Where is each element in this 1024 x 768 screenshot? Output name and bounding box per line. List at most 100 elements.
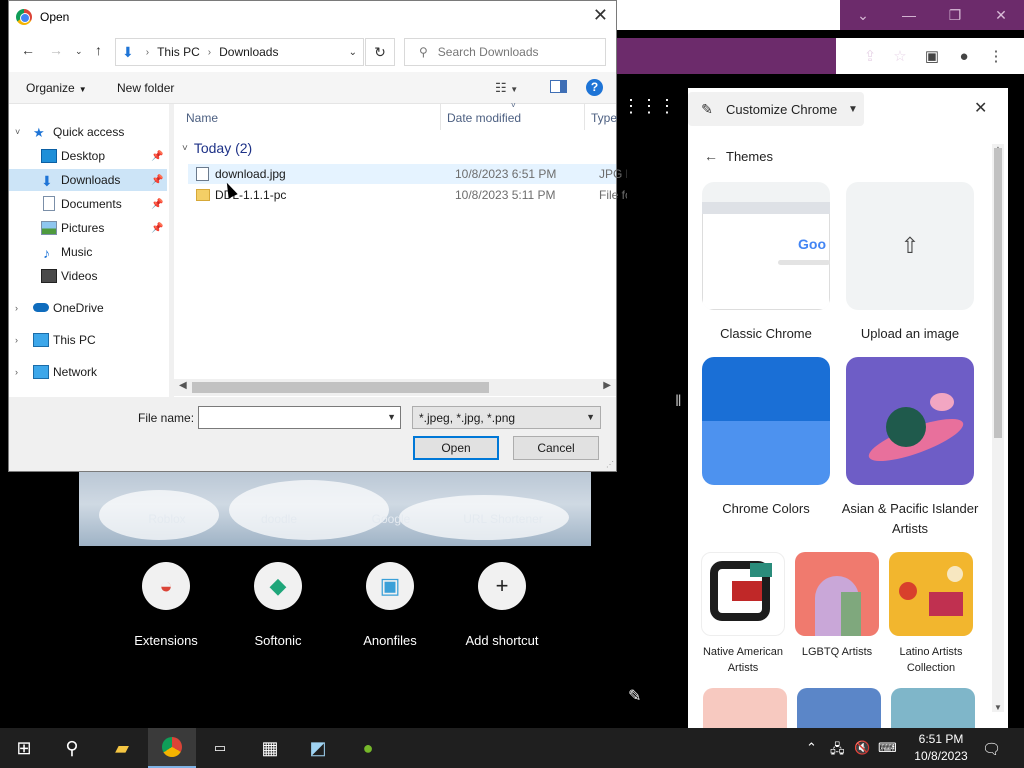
open-button[interactable]: Open — [413, 436, 499, 460]
nav-network[interactable]: › Network — [9, 361, 167, 383]
restore-icon[interactable]: ❐ — [932, 0, 978, 30]
google-apps-icon[interactable]: ⋮⋮⋮ — [622, 96, 676, 117]
file-type-select[interactable]: *.jpeg, *.jpg, *.png ▼ — [412, 406, 601, 429]
view-options-icon[interactable]: ☷ ▼ — [495, 80, 518, 96]
theme-upload-image[interactable]: ⇧ Upload an image — [846, 182, 974, 344]
side-panel-resize-handle[interactable]: ‖ — [675, 393, 682, 411]
expand-chevron-icon[interactable]: › — [15, 335, 18, 345]
file-explorer-button[interactable]: ▰ — [98, 728, 146, 768]
utorrent-button[interactable]: ● — [344, 728, 392, 768]
shortcut-softonic[interactable]: ◆ Softonic — [223, 560, 333, 648]
close-icon[interactable]: ✕ — [593, 5, 608, 26]
expand-chevron-icon[interactable]: › — [15, 367, 18, 377]
theme-partial-tile[interactable] — [891, 688, 975, 728]
volume-muted-icon[interactable]: 🔇 — [854, 740, 870, 756]
expand-chevron-icon[interactable]: ˅ — [15, 127, 20, 137]
network-icon[interactable]: 🖧 — [830, 740, 845, 762]
scroll-right-icon[interactable]: ▶ — [603, 380, 611, 391]
recent-locations-icon[interactable]: ⌄ — [75, 46, 83, 57]
organize-button[interactable]: Organize ▼ — [26, 81, 87, 95]
scroll-thumb[interactable] — [192, 382, 489, 393]
horizontal-scrollbar[interactable]: ◀ ▶ — [174, 379, 616, 396]
theme-partial-tile[interactable] — [703, 688, 787, 728]
theme-partial-tile[interactable] — [797, 688, 881, 728]
chrome-menu-icon[interactable]: ⋮ — [982, 42, 1010, 70]
profile-avatar-icon[interactable]: ● — [950, 42, 978, 70]
expand-chevron-icon[interactable]: › — [15, 303, 18, 313]
back-arrow-icon[interactable]: ← — [21, 42, 35, 58]
search-input[interactable]: ⚲ Search Downloads — [404, 38, 606, 66]
shortcut-google-faded[interactable]: Google — [346, 512, 436, 526]
scroll-thumb[interactable] — [994, 148, 1002, 438]
shortcut-extensions[interactable]: ◒ Extensions — [111, 560, 221, 648]
breadcrumb-separator-icon[interactable]: › — [146, 47, 149, 58]
panel-close-icon[interactable]: ✕ — [974, 98, 987, 118]
shortcut-url-shortener-faded[interactable]: URL Shortener — [458, 512, 548, 526]
file-name-input[interactable]: ▼ — [198, 406, 401, 429]
pin-icon[interactable]: 📌 — [151, 175, 163, 186]
close-window-icon[interactable]: ✕ — [978, 0, 1024, 30]
customize-pencil-icon[interactable]: ✎ — [628, 686, 641, 706]
column-type[interactable]: Type — [591, 111, 617, 125]
start-button[interactable]: ⊞ — [0, 728, 48, 768]
scroll-left-icon[interactable]: ◀ — [179, 380, 187, 391]
theme-native-american[interactable]: Native American Artists — [698, 552, 788, 676]
help-icon[interactable]: ? — [586, 79, 603, 96]
theme-chrome-colors[interactable]: Chrome Colors — [702, 357, 830, 519]
terminal-button[interactable]: ▭ — [196, 728, 244, 768]
nav-downloads[interactable]: ⬇ Downloads 📌 — [9, 169, 167, 191]
chevron-down-icon[interactable]: ▼ — [387, 412, 396, 422]
tab-search-icon[interactable]: ⌄ — [840, 0, 886, 30]
side-panel-icon[interactable]: ▣ — [918, 42, 946, 70]
breadcrumb-separator-icon[interactable]: › — [208, 47, 211, 58]
notifications-icon[interactable]: 🗨 — [982, 740, 1001, 758]
panel-scrollbar[interactable]: ▲ ▼ — [992, 144, 1004, 712]
nav-quick-access[interactable]: ˅ ★ Quick access — [9, 121, 167, 143]
pin-icon[interactable]: 📌 — [151, 151, 163, 162]
share-icon[interactable]: ⇪ — [856, 42, 884, 70]
theme-classic-chrome[interactable]: Goo Classic Chrome — [702, 182, 830, 344]
chevron-down-icon[interactable]: ⌄ — [349, 47, 357, 58]
collapse-chevron-icon[interactable]: ˅ — [182, 143, 188, 154]
up-arrow-icon[interactable]: ↑ — [95, 42, 102, 58]
shortcut-roblox-faded[interactable]: Roblox — [122, 512, 212, 526]
pin-icon[interactable]: 📌 — [151, 223, 163, 234]
breadcrumb-this-pc[interactable]: This PC — [157, 45, 200, 59]
show-hidden-icons-chevron-icon[interactable]: ⌃ — [806, 740, 817, 756]
panel-header-dropdown[interactable]: ✎ Customize Chrome ▼ — [688, 92, 864, 126]
file-row-ddl-folder[interactable]: DDL-1.1.1-pc 10/8/2023 5:11 PM File fo — [188, 185, 627, 205]
nav-this-pc[interactable]: › This PC — [9, 329, 167, 351]
add-shortcut[interactable]: + Add shortcut — [447, 560, 557, 648]
notepad-button[interactable]: ◩ — [294, 728, 342, 768]
nav-videos[interactable]: Videos — [9, 265, 167, 287]
resize-grip-icon[interactable]: ⋰ — [606, 460, 614, 469]
nav-pictures[interactable]: Pictures 📌 — [9, 217, 167, 239]
group-header-today[interactable]: ˅ Today (2) — [182, 140, 252, 156]
breadcrumb-downloads[interactable]: Downloads — [219, 45, 278, 59]
search-button[interactable]: ⚲ — [48, 728, 96, 768]
shortcut-doodle-faded[interactable]: doodle — [234, 512, 324, 526]
bookmark-star-icon[interactable]: ☆ — [886, 42, 914, 70]
themes-back-link[interactable]: ← Themes — [704, 148, 773, 164]
column-name[interactable]: Name — [186, 111, 218, 125]
calculator-button[interactable]: ▦ — [246, 728, 294, 768]
theme-lgbtq[interactable]: LGBTQ Artists — [792, 552, 882, 660]
nav-onedrive[interactable]: › OneDrive — [9, 297, 167, 319]
clock[interactable]: 6:51 PM 10/8/2023 — [906, 731, 976, 765]
nav-music[interactable]: ♪ Music — [9, 241, 167, 263]
new-folder-button[interactable]: New folder — [117, 81, 174, 95]
cancel-button[interactable]: Cancel — [513, 436, 599, 460]
refresh-icon[interactable]: ↻ — [365, 38, 395, 66]
omnibox-strip[interactable] — [616, 38, 836, 74]
column-date-modified[interactable]: Date modified — [447, 111, 521, 125]
preview-pane-icon[interactable] — [550, 80, 567, 93]
pin-icon[interactable]: 📌 — [151, 199, 163, 210]
forward-arrow-icon[interactable]: → — [49, 42, 63, 58]
minimize-icon[interactable]: — — [886, 0, 932, 30]
address-bar[interactable]: ⬇ › This PC › Downloads ⌄ — [115, 38, 364, 66]
scroll-down-icon[interactable]: ▼ — [994, 703, 1002, 712]
chrome-taskbar-button[interactable] — [148, 728, 196, 768]
theme-asian-pacific-islander[interactable]: Asian & Pacific Islander Artists — [838, 357, 982, 539]
theme-latino-artists[interactable]: Latino Artists Collection — [886, 552, 976, 676]
nav-desktop[interactable]: Desktop 📌 — [9, 145, 167, 167]
